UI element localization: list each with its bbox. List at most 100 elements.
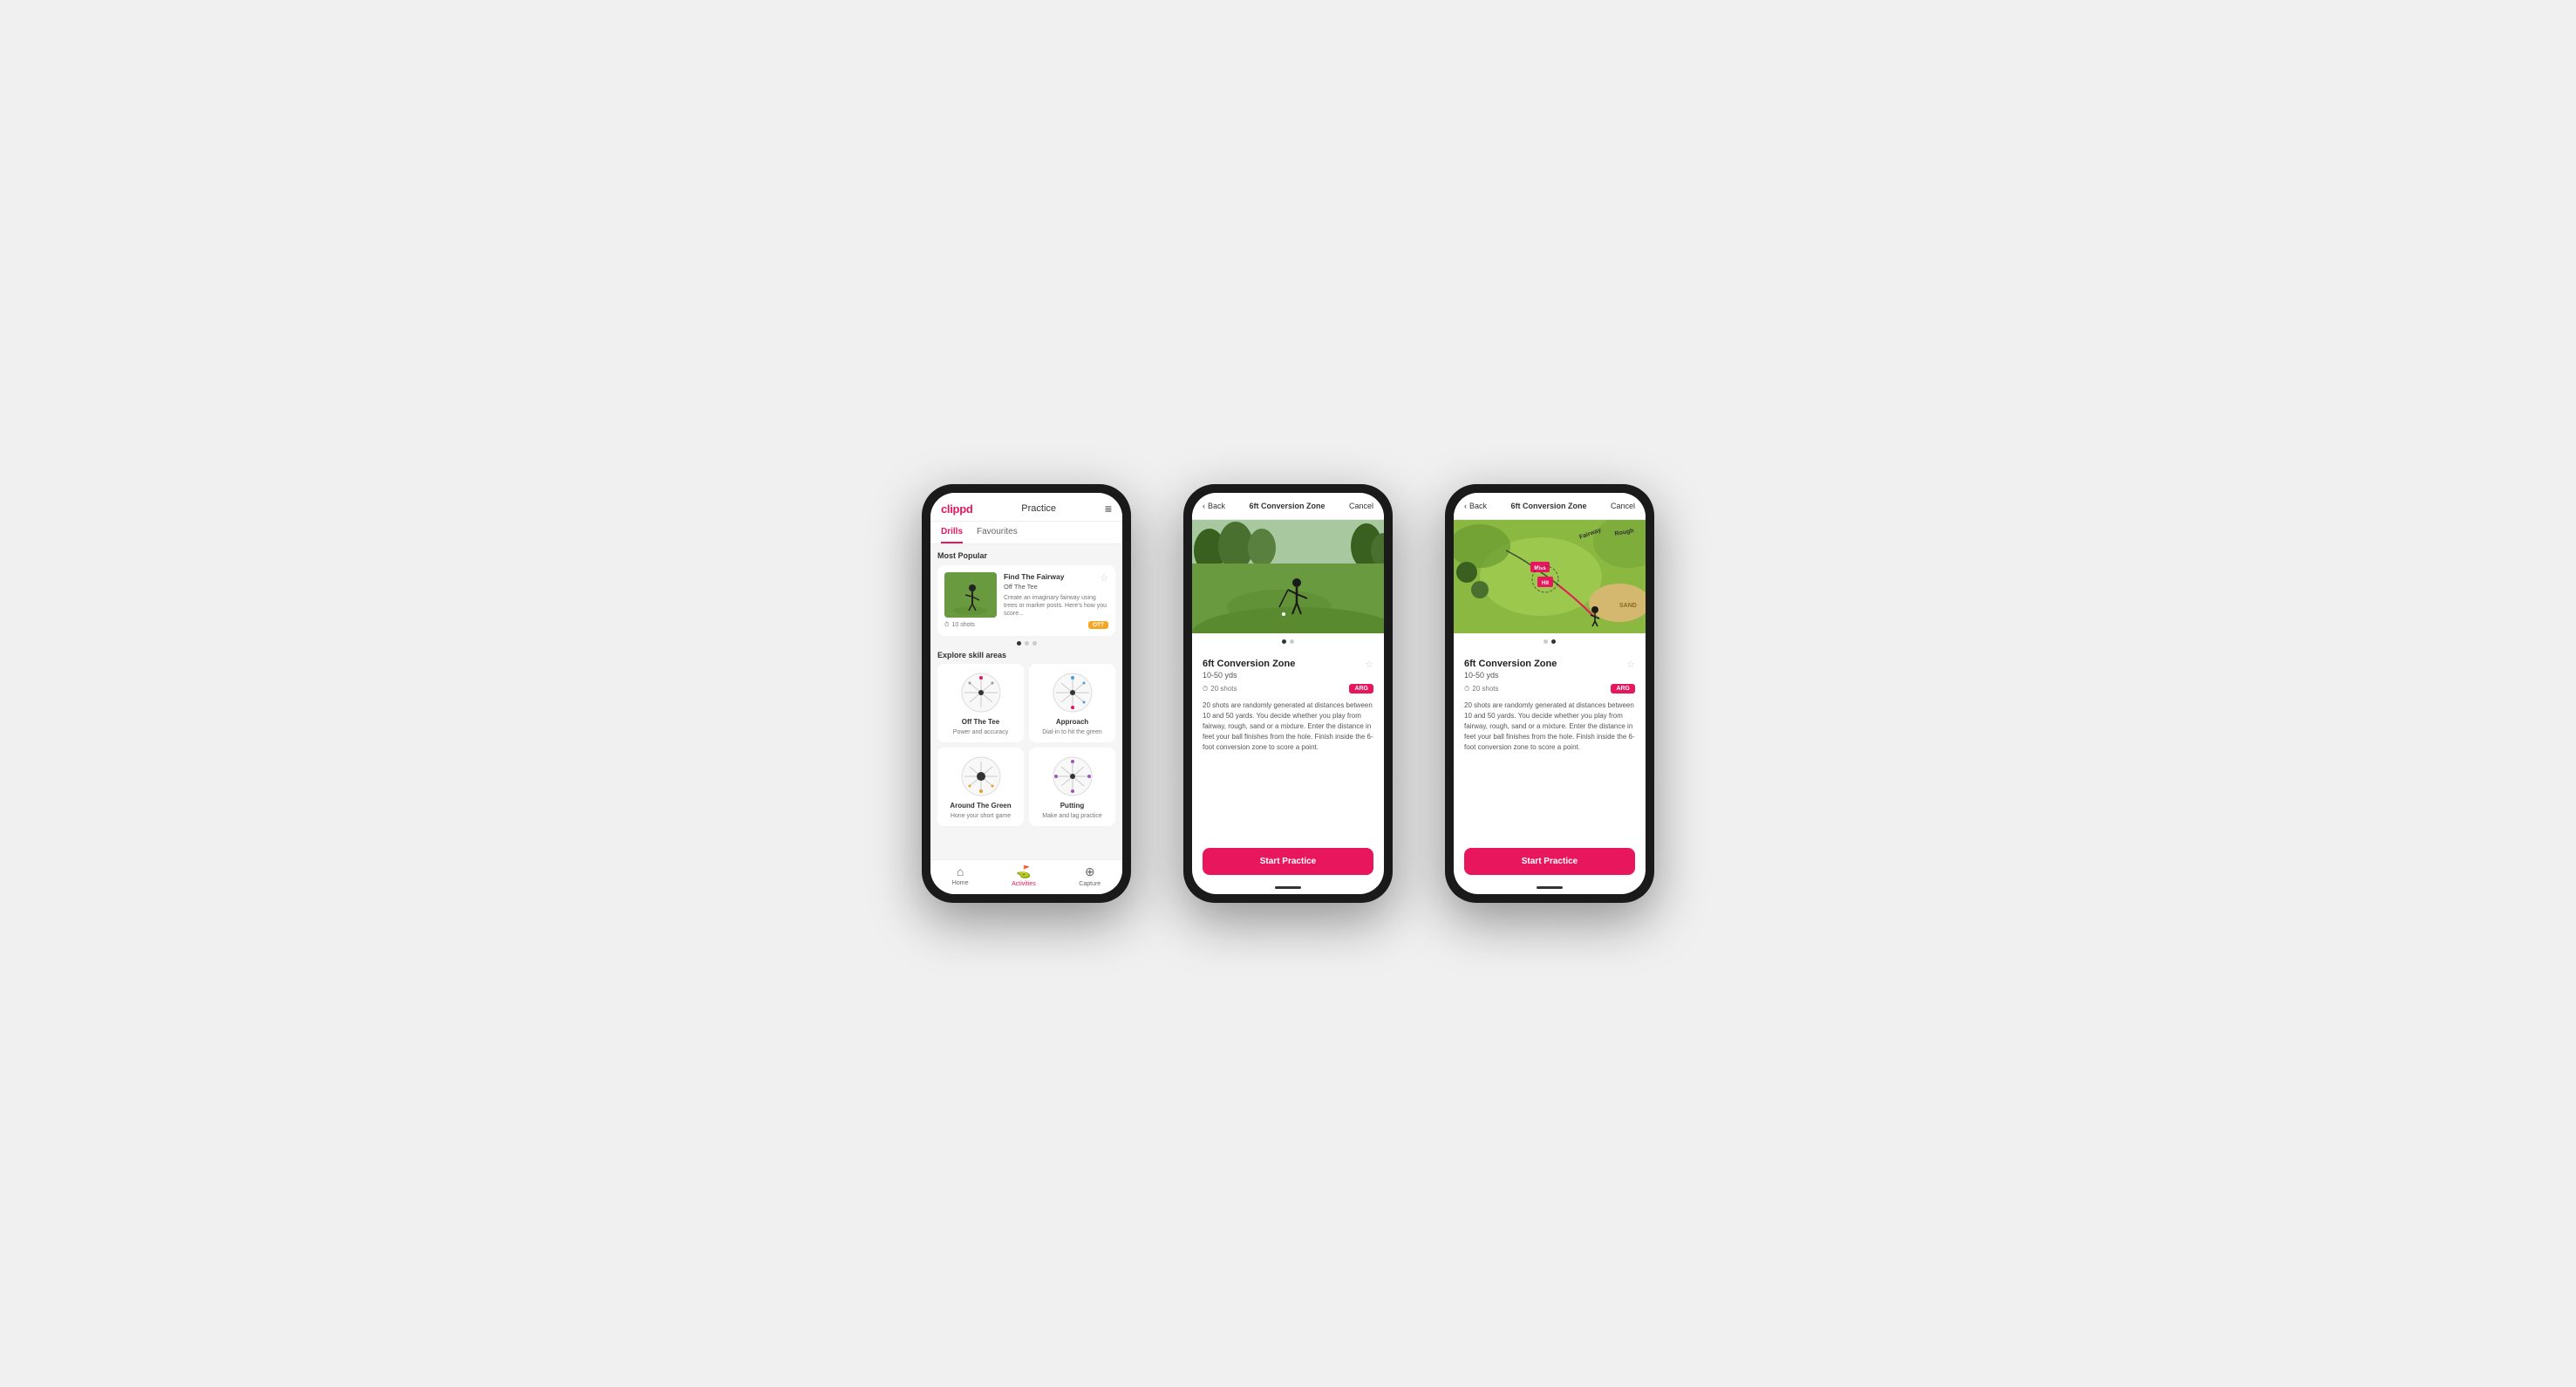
nav-activities-label: Activities: [1012, 881, 1036, 887]
cancel-button[interactable]: Cancel: [1611, 502, 1635, 510]
featured-drill-card[interactable]: Find The Fairway Off The Tee Create an i…: [937, 565, 1115, 636]
back-button[interactable]: ‹ Back: [1203, 502, 1225, 510]
hero-dots: [1192, 637, 1384, 646]
drill-description: Create an imaginary fairway using trees …: [1004, 594, 1108, 618]
clippd-logo: clippd: [941, 502, 972, 516]
drill-subtitle: Off The Tee: [1004, 583, 1108, 591]
drill-title: 6ft Conversion Zone: [1203, 659, 1295, 669]
title-row: 6ft Conversion Zone 10-50 yds ☆: [1203, 659, 1373, 680]
clock-icon: ⏱: [944, 622, 949, 629]
tab-favourites[interactable]: Favourites: [977, 522, 1018, 543]
drill-info: Find The Fairway Off The Tee Create an i…: [1004, 572, 1108, 618]
dot-1: [1544, 639, 1548, 644]
scene: clippd Practice ≡ Drills Favourites Most…: [869, 432, 1707, 955]
favourite-star-icon[interactable]: ☆: [1100, 572, 1108, 584]
dot-2: [1025, 641, 1029, 646]
hero-dots: [1454, 637, 1646, 646]
dot-1: [1282, 639, 1286, 644]
drill-row: Find The Fairway Off The Tee Create an i…: [944, 572, 1108, 618]
phone3-header: ‹ Back 6ft Conversion Zone Cancel: [1454, 493, 1646, 520]
dot-3: [1032, 641, 1037, 646]
ott-icon: [959, 671, 1003, 714]
drill-footer: ⏱ 10 shots OTT: [944, 621, 1108, 629]
title-row: 6ft Conversion Zone 10-50 yds ☆: [1464, 659, 1635, 680]
drill-image-inner: [944, 572, 997, 618]
phone-1: clippd Practice ≡ Drills Favourites Most…: [922, 484, 1131, 903]
skill-approach[interactable]: Approach Dial-in to hit the green: [1029, 664, 1115, 742]
skill-grid: Off The Tee Power and accuracy: [937, 664, 1115, 826]
nav-home-label: Home: [952, 880, 969, 886]
skill-putting[interactable]: Putting Make and lag practice: [1029, 748, 1115, 826]
phone1-header: clippd Practice ≡: [930, 493, 1122, 522]
drill-title-group: 6ft Conversion Zone 10-50 yds: [1203, 659, 1295, 680]
dot-2: [1290, 639, 1294, 644]
hero-photo-inner: [1192, 520, 1384, 633]
atg-icon: [959, 755, 1003, 798]
svg-text:Miss: Miss: [1534, 566, 1546, 571]
favourite-star-icon[interactable]: ☆: [1626, 659, 1635, 670]
course-map-svg: Miss Hit Fairway Rough SAND: [1454, 520, 1646, 633]
carousel-dots: [937, 641, 1115, 646]
favourite-star-icon[interactable]: ☆: [1365, 659, 1373, 670]
phone3-detail-body: 6ft Conversion Zone 10-50 yds ☆ ⏱ 20 sho…: [1454, 650, 1646, 841]
bottom-nav: ⌂ Home ⛳ Activities ⊕ Capture: [930, 859, 1122, 894]
start-practice-button[interactable]: Start Practice: [1203, 848, 1373, 875]
home-indicator: [1537, 886, 1563, 889]
phone2-header-title: 6ft Conversion Zone: [1249, 502, 1325, 510]
phone-3: ‹ Back 6ft Conversion Zone Cancel: [1445, 484, 1654, 903]
nav-home[interactable]: ⌂ Home: [952, 864, 969, 887]
ott-title: Off The Tee: [962, 718, 999, 726]
approach-sub: Dial-in to hit the green: [1042, 729, 1101, 735]
hero-map-inner: Miss Hit Fairway Rough SAND: [1454, 520, 1646, 633]
phone-2: ‹ Back 6ft Conversion Zone Cancel: [1183, 484, 1393, 903]
nav-capture[interactable]: ⊕ Capture: [1079, 864, 1101, 887]
drill-image: [944, 572, 997, 618]
drill-title-group: 6ft Conversion Zone 10-50 yds: [1464, 659, 1557, 680]
start-practice-button[interactable]: Start Practice: [1464, 848, 1635, 875]
putting-title: Putting: [1060, 802, 1085, 810]
drill-badge: ARG: [1611, 684, 1635, 694]
skill-off-the-tee[interactable]: Off The Tee Power and accuracy: [937, 664, 1024, 742]
tabs: Drills Favourites: [930, 522, 1122, 544]
hero-photo: [1192, 520, 1384, 633]
clock-icon: ⏱: [1464, 685, 1469, 694]
drill-range: 10-50 yds: [1464, 671, 1557, 680]
shots-info: ⏱ 20 shots: [1464, 685, 1499, 694]
drill-range: 10-50 yds: [1203, 671, 1295, 680]
phone-3-screen: ‹ Back 6ft Conversion Zone Cancel: [1454, 493, 1646, 894]
phone-2-screen: ‹ Back 6ft Conversion Zone Cancel: [1192, 493, 1384, 894]
menu-icon[interactable]: ≡: [1105, 502, 1112, 516]
chevron-left-icon: ‹: [1464, 502, 1467, 510]
drill-title: Find The Fairway: [1004, 572, 1108, 582]
phone-1-screen: clippd Practice ≡ Drills Favourites Most…: [930, 493, 1122, 894]
atg-sub: Hone your short game: [951, 813, 1011, 819]
hero-photo-svg: [1192, 520, 1384, 633]
drill-badge: OTT: [1088, 621, 1108, 629]
back-button[interactable]: ‹ Back: [1464, 502, 1487, 510]
tab-drills[interactable]: Drills: [941, 522, 963, 543]
drill-title: 6ft Conversion Zone: [1464, 659, 1557, 669]
home-icon: ⌂: [957, 864, 964, 878]
nav-activities[interactable]: ⛳ Activities: [1012, 864, 1036, 887]
drill-description: 20 shots are randomly generated at dista…: [1464, 700, 1635, 753]
phone3-header-title: 6ft Conversion Zone: [1510, 502, 1586, 510]
skill-around-the-green[interactable]: Around The Green Hone your short game: [937, 748, 1024, 826]
drill-badge: ARG: [1349, 684, 1373, 694]
dot-2: [1551, 639, 1556, 644]
phone2-header: ‹ Back 6ft Conversion Zone Cancel: [1192, 493, 1384, 520]
approach-icon: [1051, 671, 1094, 714]
capture-icon: ⊕: [1085, 864, 1095, 879]
explore-label: Explore skill areas: [937, 651, 1115, 659]
chevron-left-icon: ‹: [1203, 502, 1205, 510]
nav-capture-label: Capture: [1079, 881, 1101, 887]
putting-sub: Make and lag practice: [1042, 813, 1101, 819]
cancel-button[interactable]: Cancel: [1349, 502, 1373, 510]
home-indicator: [1275, 886, 1301, 889]
clock-icon: ⏱: [1203, 685, 1208, 694]
activities-icon: ⛳: [1016, 864, 1031, 879]
putting-icon: [1051, 755, 1094, 798]
phone1-body: Most Popular: [930, 544, 1122, 859]
dot-1: [1017, 641, 1021, 646]
shots-row: ⏱ 20 shots ARG: [1464, 684, 1635, 694]
hero-map: Miss Hit Fairway Rough SAND: [1454, 520, 1646, 633]
